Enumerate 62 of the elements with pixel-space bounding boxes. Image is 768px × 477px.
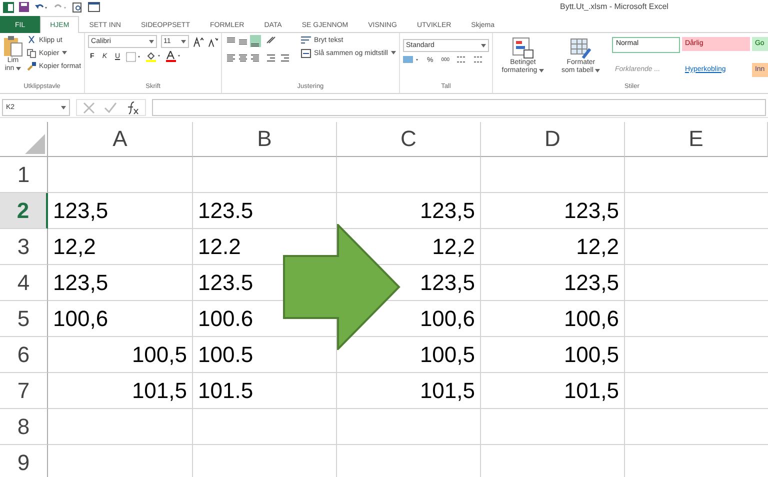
cell-value: 100,6 bbox=[564, 306, 619, 332]
cell-value: 100,5 bbox=[420, 342, 475, 368]
cell-value: 12,2 bbox=[576, 234, 619, 260]
caret-icon bbox=[62, 51, 68, 55]
cell-value: 100,6 bbox=[420, 306, 475, 332]
cell-value: 12,2 bbox=[53, 234, 96, 260]
conditional-format-icon bbox=[512, 37, 534, 59]
caret-icon bbox=[595, 69, 600, 73]
cell-value: 123,5 bbox=[564, 198, 619, 224]
row-header[interactable]: 5 bbox=[0, 301, 48, 337]
cell-value: 100,5 bbox=[564, 342, 619, 368]
caret-icon bbox=[61, 106, 66, 110]
caret-icon bbox=[16, 67, 22, 71]
fill-color-icon[interactable] bbox=[146, 51, 162, 62]
row-header[interactable]: 9 bbox=[0, 445, 48, 477]
cell-value: 101,5 bbox=[564, 378, 619, 404]
cell-value: 100,5 bbox=[132, 342, 187, 368]
cell-value: 123,5 bbox=[564, 270, 619, 296]
formula-input[interactable] bbox=[152, 99, 766, 116]
cell-value: 100.5 bbox=[198, 342, 254, 368]
cell-value: 100.6 bbox=[198, 306, 254, 332]
caret-icon bbox=[148, 40, 154, 44]
row-header[interactable]: 4 bbox=[0, 265, 48, 301]
print-preview-icon[interactable] bbox=[72, 2, 83, 12]
caret-icon bbox=[539, 69, 544, 73]
window-title: Bytt.Ut_.xlsm - Microsoft Excel bbox=[560, 2, 668, 11]
wrap-text-icon bbox=[301, 36, 312, 44]
save-icon[interactable] bbox=[19, 2, 29, 12]
caret-icon bbox=[480, 44, 486, 48]
cell-value: 12.2 bbox=[198, 234, 241, 260]
cell-value: 123,5 bbox=[53, 198, 108, 224]
grow-font-icon[interactable] bbox=[193, 36, 204, 46]
cell-value: 123.5 bbox=[198, 198, 254, 224]
row-header[interactable]: 7 bbox=[0, 373, 48, 409]
font-color-icon[interactable] bbox=[166, 51, 182, 62]
window-icon[interactable] bbox=[88, 2, 100, 12]
row-header[interactable]: 8 bbox=[0, 409, 48, 445]
row-header[interactable]: 1 bbox=[0, 157, 48, 193]
shrink-font-icon[interactable] bbox=[208, 36, 218, 46]
merge-cells-icon bbox=[301, 48, 312, 58]
cell-value: 123,5 bbox=[420, 198, 475, 224]
cell-value: 12,2 bbox=[432, 234, 475, 260]
row-header[interactable]: 6 bbox=[0, 337, 48, 373]
cell-value: 100,6 bbox=[53, 306, 108, 332]
scissors-icon bbox=[27, 36, 36, 44]
table-format-icon bbox=[570, 37, 592, 59]
function-icon[interactable] bbox=[126, 100, 139, 114]
caret-icon bbox=[390, 51, 396, 55]
cell-value: 101,5 bbox=[132, 378, 187, 404]
cell-value: 123.5 bbox=[198, 270, 254, 296]
cell-value: 123,5 bbox=[53, 270, 108, 296]
brush-icon bbox=[27, 62, 36, 70]
row-header[interactable]: 2 bbox=[0, 193, 48, 229]
cell-value: 101,5 bbox=[420, 378, 475, 404]
cell-value: 123,5 bbox=[420, 270, 475, 296]
caret-icon bbox=[181, 40, 186, 44]
copy-icon bbox=[27, 48, 36, 58]
column-header[interactable]: E bbox=[625, 122, 768, 157]
corner-triangle-icon bbox=[25, 134, 45, 154]
row-header[interactable]: 3 bbox=[0, 229, 48, 265]
border-icon[interactable] bbox=[126, 52, 142, 62]
cell-value: 101.5 bbox=[198, 378, 254, 404]
